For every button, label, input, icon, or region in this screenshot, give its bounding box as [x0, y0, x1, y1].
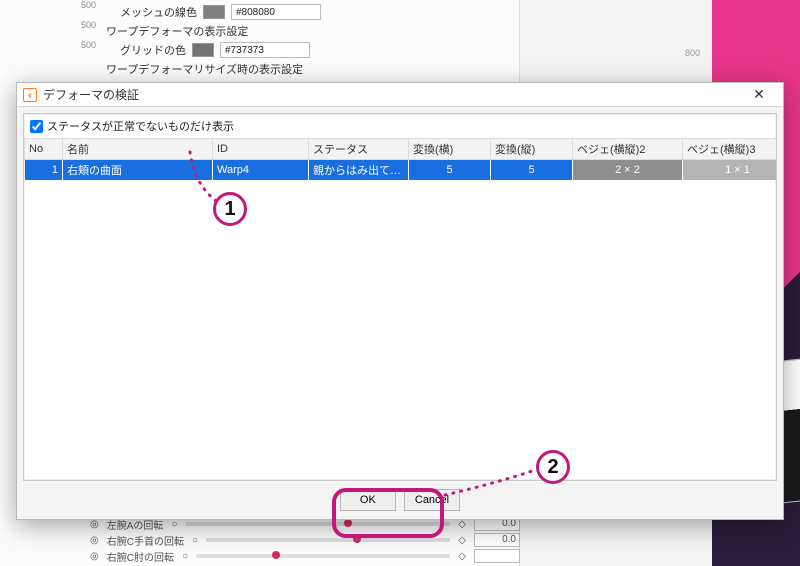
grid-color-input[interactable]: #737373: [220, 42, 310, 58]
close-icon[interactable]: ✕: [741, 83, 777, 107]
cell-id: Warp4: [213, 160, 309, 181]
annotation-highlight-buttons: [332, 488, 444, 538]
slider-label-2: 右腕C肘の回転: [107, 549, 174, 564]
annotation-callout-1: 1: [213, 192, 247, 226]
status-filter-row: ステータスが正常でないものだけ表示: [24, 114, 776, 138]
status-filter-label: ステータスが正常でないものだけ表示: [47, 118, 234, 134]
grid-color-swatch[interactable]: [192, 43, 214, 57]
deformer-verify-dialog: ‹ デフォーマの検証 ✕ ステータスが正常でないものだけ表示 No 名前 ID …: [16, 82, 784, 520]
slider-1[interactable]: [206, 538, 450, 542]
bg-bottom-sliders: ◎左腕Aの回転 ○ ◇0.0 ◎右腕C手首の回転 ○ ◇0.0 ◎右腕C肘の回転…: [90, 516, 520, 566]
annotation-callout-1-label: 1: [224, 198, 235, 221]
slider-label-1: 右腕C手首の回転: [107, 533, 184, 548]
dialog-titlebar[interactable]: ‹ デフォーマの検証 ✕: [17, 83, 783, 107]
slider-value-2[interactable]: [474, 549, 520, 563]
grid-color-label: グリッドの色: [120, 42, 186, 58]
cell-conv-v: 5: [491, 160, 573, 181]
col-conv-v[interactable]: 変換(縦): [491, 139, 573, 160]
cell-bezier3: 1 × 1: [683, 160, 778, 181]
ruler-marks: 500 500 500: [70, 0, 98, 80]
col-no[interactable]: No: [25, 139, 63, 160]
slider-value-1[interactable]: 0.0: [474, 533, 520, 547]
col-bezier3[interactable]: ベジェ(横縦)3: [683, 139, 778, 160]
col-conv-h[interactable]: 変換(横): [409, 139, 491, 160]
col-id[interactable]: ID: [213, 139, 309, 160]
cell-name: 右頬の曲面: [63, 160, 213, 181]
cell-status: 親からはみ出ている: [309, 160, 409, 181]
ruler-mark-right: 800: [685, 48, 700, 58]
annotation-callout-2: 2: [536, 450, 570, 484]
status-filter-checkbox[interactable]: [30, 120, 43, 133]
table-header-row[interactable]: No 名前 ID ステータス 変換(横) 変換(縦) ベジェ(横縦)2 ベジェ(…: [25, 139, 778, 160]
cell-bezier2: 2 × 2: [573, 160, 683, 181]
slider-2[interactable]: [196, 554, 450, 558]
deformer-table[interactable]: No 名前 ID ステータス 変換(横) 変換(縦) ベジェ(横縦)2 ベジェ(…: [24, 138, 777, 180]
mesh-line-color-input[interactable]: #808080: [231, 4, 321, 20]
col-name[interactable]: 名前: [63, 139, 213, 160]
col-status[interactable]: ステータス: [309, 139, 409, 160]
app-icon: ‹: [23, 88, 37, 102]
col-bezier2[interactable]: ベジェ(横縦)2: [573, 139, 683, 160]
table-row[interactable]: 1 右頬の曲面 Warp4 親からはみ出ている 5 5 2 × 2 1 × 1: [25, 160, 778, 181]
mesh-line-label: メッシュの線色: [120, 4, 197, 20]
annotation-callout-2-label: 2: [547, 456, 558, 479]
cell-conv-h: 5: [409, 160, 491, 181]
dialog-content: ステータスが正常でないものだけ表示 No 名前 ID ステータス 変換(横) 変…: [23, 113, 777, 481]
cell-no: 1: [25, 160, 63, 181]
mesh-line-swatch[interactable]: [203, 5, 225, 19]
dialog-title: デフォーマの検証: [43, 86, 139, 103]
